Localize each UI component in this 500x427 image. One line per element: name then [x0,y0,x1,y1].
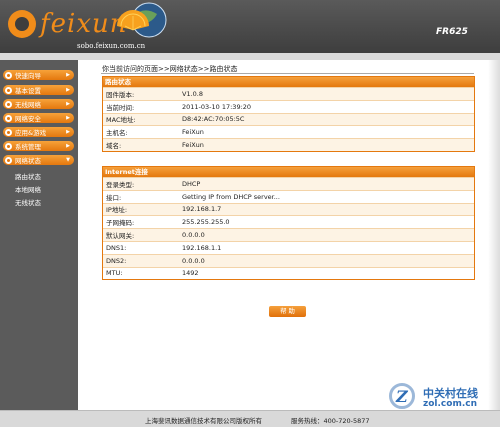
footer: 上海斐讯数据通信技术有限公司 版权所有 服务热线：400-720-5877 [0,410,500,427]
submenu-local-network[interactable]: 本地网络 [15,184,41,194]
row-value: 0.0.0.0 [182,256,205,265]
bullet-icon [5,128,12,136]
table-row: 子网掩码: 255.255.255.0 [103,215,474,229]
row-label: DNS2: [106,256,127,265]
row-value: DHCP [182,179,201,188]
main-edge [488,60,500,410]
router-status-panel: 路由状态 固件版本: V1.0.8 当前时间: 2011-03-10 17:39… [102,76,475,152]
row-value: FeiXun [182,128,204,137]
row-label: 登录类型: [106,180,135,189]
bullet-icon [5,114,12,122]
arrow-right-icon: ▶ [66,115,70,121]
menu-label: 无线网络 [15,101,41,109]
row-label: 主机名: [106,129,128,138]
footer-hotline: 服务热线：400-720-5877 [291,417,370,425]
menu-label: 基本设置 [15,87,41,95]
row-value: 192.168.1.7 [182,205,222,214]
table-row: 接口: Getting IP from DHCP server... [103,189,474,203]
internet-panel: Internet连接 登录类型: DHCP 接口: Getting IP fro… [102,166,475,281]
table-row: 登录类型: DHCP [103,177,474,190]
row-label: MTU: [106,269,123,278]
row-label: 域名: [106,142,122,151]
row-value: 192.168.1.1 [182,243,222,252]
arrow-right-icon: ▶ [66,129,70,135]
router-status-rows: 固件版本: V1.0.8 当前时间: 2011-03-10 17:39:20 M… [103,87,474,151]
table-row: DNS2: 0.0.0.0 [103,253,474,267]
table-row: 主机名: FeiXun [103,125,474,139]
help-button[interactable]: 帮 助 [269,306,306,317]
menu-label: 网络安全 [15,115,41,123]
watermark-en: zol.com.cn [423,399,477,409]
footer-company: 上海斐讯数据通信技术有限公司 [145,417,236,425]
submenu-wireless-status[interactable]: 无线状态 [15,197,41,207]
submenu-router-status[interactable]: 路由状态 [15,171,41,181]
menu-network-status[interactable]: 网络状态 ▼ [3,155,74,165]
menu-wireless[interactable]: 无线网络 ▶ [3,99,74,109]
table-row: 默认网关: 0.0.0.0 [103,228,474,241]
row-label: IP地址: [106,206,128,215]
row-value: Getting IP from DHCP server... [182,192,280,201]
table-row: DNS1: 192.168.1.1 [103,240,474,254]
arrow-right-icon: ▶ [66,87,70,93]
menu-system[interactable]: 系统管理 ▶ [3,141,74,151]
bullet-icon [5,86,12,94]
row-label: 固件版本: [106,90,135,99]
logo-icon [8,10,36,38]
table-row: 域名: FeiXun [103,138,474,151]
brand-logo: feixun [8,9,127,39]
row-label: 接口: [106,193,122,202]
panel-title: Internet连接 [103,167,474,177]
menu-basic-settings[interactable]: 基本设置 ▶ [3,85,74,95]
menu-security[interactable]: 网络安全 ▶ [3,113,74,123]
table-row: 当前时间: 2011-03-10 17:39:20 [103,99,474,113]
menu-label: 系统管理 [15,143,41,151]
panel-title: 路由状态 [103,77,474,87]
row-label: DNS1: [106,243,127,252]
menu-label: 网络状态 [15,157,41,165]
zol-watermark: Z 中关村在线 zol.com.cn [385,383,500,413]
menu-label: 快速向导 [15,72,41,80]
internet-rows: 登录类型: DHCP 接口: Getting IP from DHCP serv… [103,177,474,280]
header-divider [0,53,500,60]
row-value: D8:42:AC:70:05:5C [182,115,245,124]
row-label: MAC地址: [106,116,136,125]
arrow-right-icon: ▶ [66,143,70,149]
bullet-icon [5,156,12,164]
arrow-right-icon: ▶ [66,101,70,107]
table-row: MTU: 1492 [103,266,474,280]
model-name: FR625 [436,27,468,37]
table-row: IP地址: 192.168.1.7 [103,202,474,216]
row-label: 当前时间: [106,103,135,112]
row-label: 子网掩码: [106,219,135,228]
table-row: MAC地址: D8:42:AC:70:05:5C [103,112,474,126]
row-value: 0.0.0.0 [182,231,205,240]
table-row: 固件版本: V1.0.8 [103,87,474,100]
row-value: 1492 [182,269,199,278]
row-value: V1.0.8 [182,89,203,98]
orange-globe-icon [117,2,167,38]
menu-apps-games[interactable]: 应用&游戏 ▶ [3,127,74,137]
arrow-right-icon: ▶ [66,72,70,78]
row-value: 255.255.255.0 [182,218,230,227]
footer-rights: 版权所有 [236,417,262,425]
menu-label: 应用&游戏 [15,129,47,137]
row-value: 2011-03-10 17:39:20 [182,102,252,111]
bullet-icon [5,142,12,150]
header-bar: feixun sobo.feixun.com.cn FR625 [0,0,500,60]
zol-z-letter: Z [396,387,408,406]
arrow-down-icon: ▼ [66,157,70,163]
divider [101,73,474,74]
menu-quick-wizard[interactable]: 快速向导 ▶ [3,70,74,80]
bullet-icon [5,100,12,108]
row-label: 默认网关: [106,232,135,241]
bullet-icon [5,71,12,79]
row-value: FeiXun [182,141,204,150]
